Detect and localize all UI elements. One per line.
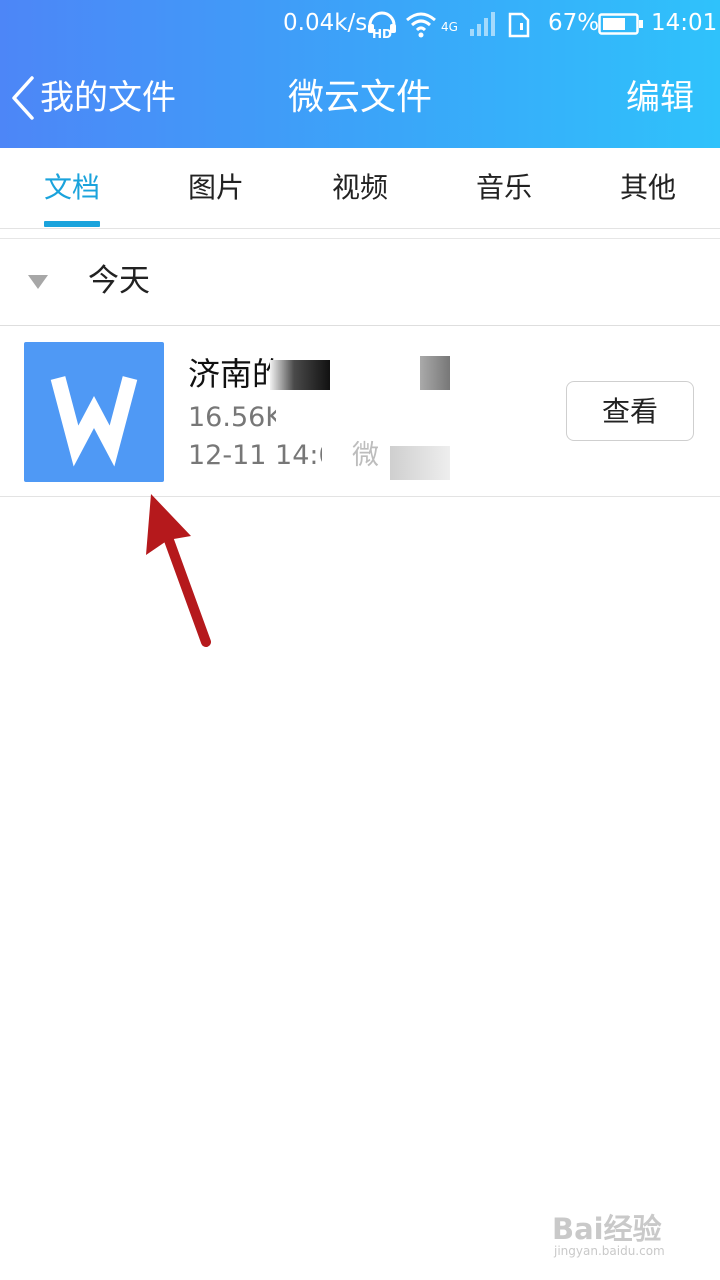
group-header-today[interactable]: 今天 — [0, 239, 720, 325]
redaction-block — [322, 440, 352, 474]
nav-bar: 我的文件 微云文件 编辑 — [0, 50, 720, 148]
wifi-icon — [406, 12, 436, 38]
file-date: 12-11 14:0 — [188, 440, 336, 471]
redaction-block — [420, 356, 450, 390]
watermark: Bai经验 jingyan.baidu.com — [552, 1206, 692, 1266]
active-tab-indicator — [44, 221, 100, 227]
redaction-block — [270, 360, 330, 390]
clock: 14:01 — [651, 10, 718, 36]
group-label: 今天 — [88, 263, 150, 299]
category-tabs: 文档 图片 视频 音乐 其他 — [0, 148, 720, 228]
wps-word-doc-icon — [50, 376, 138, 467]
signal-icon — [470, 12, 495, 36]
tabs-divider — [0, 228, 720, 229]
tab-music[interactable]: 音乐 — [432, 148, 576, 228]
collapse-caret-icon — [28, 275, 48, 289]
app-header: 0.04k/s HD 4G 67% 14:01 我的文件 微云文件 编辑 — [0, 0, 720, 148]
list-item[interactable]: 济南的 16.56K 12-11 14:0 微 查看 — [0, 326, 720, 496]
file-size: 16.56K — [188, 402, 284, 433]
network-type: 4G — [441, 20, 458, 34]
tab-other[interactable]: 其他 — [576, 148, 720, 228]
row-divider — [0, 496, 720, 497]
hd-badge-text: HD — [372, 27, 392, 39]
tab-documents[interactable]: 文档 — [0, 148, 144, 228]
network-speed: 0.04k/s — [283, 10, 368, 36]
watermark-url: jingyan.baidu.com — [554, 1244, 665, 1258]
headphone-hd-icon: HD — [368, 11, 396, 39]
battery-icon — [598, 13, 643, 35]
status-bar: 0.04k/s HD 4G 67% 14:01 — [0, 0, 720, 50]
page-title: 微云文件 — [287, 77, 432, 118]
battery-percent: 67% — [548, 10, 600, 36]
redaction-block — [276, 400, 456, 434]
view-button[interactable]: 查看 — [566, 381, 694, 441]
file-source-partial: 微 — [352, 440, 379, 471]
redaction-block — [390, 446, 450, 480]
tab-videos[interactable]: 视频 — [288, 148, 432, 228]
tab-images[interactable]: 图片 — [144, 148, 288, 228]
sim-icon — [508, 12, 530, 38]
edit-button[interactable]: 编辑 — [626, 74, 694, 122]
watermark-logo: Bai经验 — [552, 1212, 662, 1246]
file-thumbnail — [24, 342, 164, 482]
